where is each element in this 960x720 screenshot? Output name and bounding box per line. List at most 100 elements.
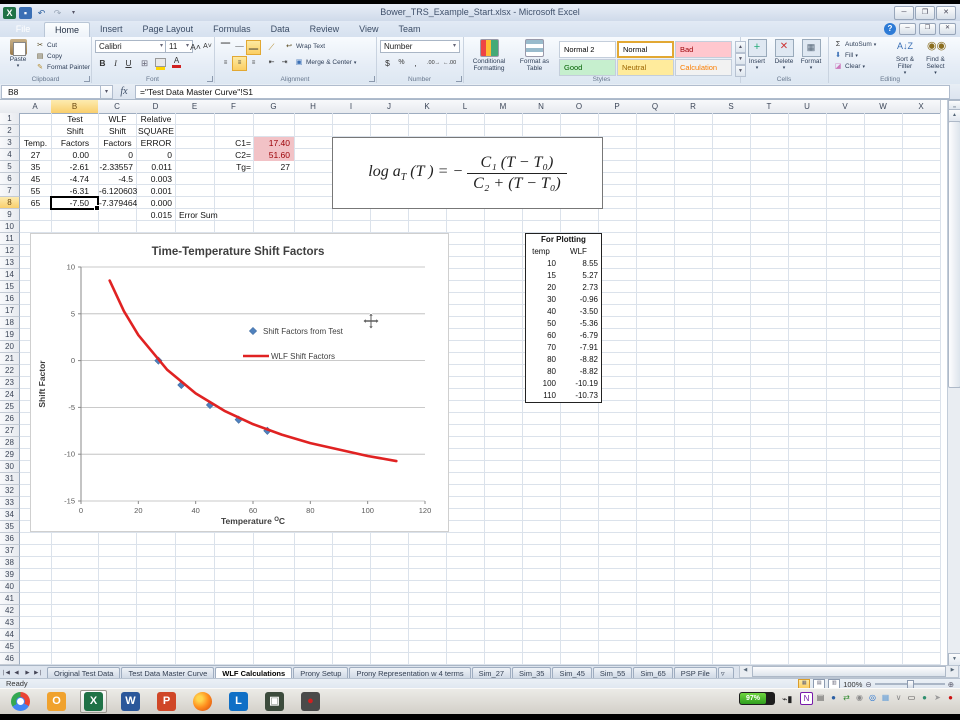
tab-data[interactable]: Data [261, 22, 300, 37]
row-header-20[interactable]: 20 [0, 341, 20, 353]
tray-remote-window-icon[interactable]: ▤ [815, 692, 826, 703]
clear-button[interactable]: ◪ Clear ▾ [833, 62, 865, 71]
row-header-43[interactable]: 43 [0, 617, 20, 629]
cell-D1[interactable]: Relative [137, 113, 175, 125]
increase-decimal-button[interactable]: .00→ [426, 56, 441, 71]
tray-onenote-icon[interactable]: N [800, 692, 813, 705]
row-header-15[interactable]: 15 [0, 281, 20, 293]
row-header-39[interactable]: 39 [0, 569, 20, 581]
increase-indent-button[interactable]: ⇥ [277, 56, 292, 71]
column-header-P[interactable]: P [598, 100, 637, 114]
column-header-G[interactable]: G [253, 100, 295, 114]
cell-A4[interactable]: 27 [20, 149, 51, 161]
delete-cells-button[interactable]: ✕ Delete ▾ [771, 39, 797, 72]
shift-factors-chart[interactable]: 10 5 0 -5 -10 -15 0 20 40 60 80 100 120 Time-Temperat… [30, 233, 449, 532]
number-dialog-launcher[interactable] [456, 76, 462, 82]
row-header-42[interactable]: 42 [0, 605, 20, 617]
shrink-font-button[interactable]: A˅ [200, 40, 215, 55]
column-header-N[interactable]: N [522, 100, 561, 114]
row-header-33[interactable]: 33 [0, 497, 20, 509]
worksheet-grid[interactable]: A B C D E F G H I J K L M N O P Q R S T U V W X 1 2 3 4 5 6 7 8 9 10 11 12 1… [0, 100, 960, 666]
row-header-24[interactable]: 24 [0, 389, 20, 401]
style-normal[interactable]: Normal [617, 41, 674, 58]
row-header-28[interactable]: 28 [0, 437, 20, 449]
align-right-button[interactable]: ≡ [246, 56, 261, 71]
row-header-6[interactable]: 6 [0, 173, 20, 185]
row-header-5[interactable]: 5 [0, 161, 20, 173]
row-header-37[interactable]: 37 [0, 545, 20, 557]
style-normal-2[interactable]: Normal 2 [559, 41, 616, 58]
tray-compass-app-icon[interactable]: ◎ [867, 692, 878, 703]
row-header-40[interactable]: 40 [0, 581, 20, 593]
tray-chevron-icon[interactable]: ∨ [893, 692, 904, 703]
row-header-9[interactable]: 9 [0, 209, 20, 221]
column-header-O[interactable]: O [560, 100, 599, 114]
scroll-left-icon[interactable]: ◀ [740, 666, 751, 675]
column-header-T[interactable]: T [750, 100, 789, 114]
workbook-restore-button[interactable]: ❐ [919, 23, 936, 35]
formula-input[interactable]: ="Test Data Master Curve"!S1 [135, 84, 950, 99]
tab-home[interactable]: Home [44, 22, 91, 37]
cell-D3[interactable]: ERROR [137, 137, 175, 149]
row-header-11[interactable]: 11 [0, 233, 20, 245]
cell-F5[interactable]: Tg= [215, 161, 253, 173]
row-header-23[interactable]: 23 [0, 377, 20, 389]
align-top-button[interactable]: ▔▔ [218, 40, 233, 55]
fill-handle[interactable] [94, 205, 100, 211]
column-header-S[interactable]: S [712, 100, 751, 114]
style-neutral[interactable]: Neutral [617, 59, 674, 76]
taskbar-app-recorder-app[interactable]: ● [298, 691, 323, 712]
fill-button[interactable]: ⬇ Fill ▾ [833, 51, 858, 60]
tray-globe2-icon[interactable]: ● [919, 692, 930, 703]
format-cells-button[interactable]: ▦ Format ▾ [798, 39, 824, 72]
tab-page-layout[interactable]: Page Layout [133, 22, 204, 37]
tray-sync-arrows-icon[interactable]: ⇄ [841, 692, 852, 703]
name-box-dropdown-icon[interactable]: ▾ [101, 84, 113, 99]
cell-F4[interactable]: C2= [215, 149, 253, 161]
excel-logo-icon[interactable]: X [3, 6, 16, 19]
row-header-36[interactable]: 36 [0, 533, 20, 545]
row-header-41[interactable]: 41 [0, 593, 20, 605]
font-dialog-launcher[interactable] [207, 76, 213, 82]
clipboard-dialog-launcher[interactable] [84, 76, 90, 82]
taskbar-app-screen-share-app[interactable]: ▣ [262, 691, 287, 712]
row-header-8[interactable]: 8 [0, 197, 20, 209]
row-header-16[interactable]: 16 [0, 293, 20, 305]
font-name-select[interactable]: Calibri ▾ [95, 40, 167, 53]
vertical-scrollbar[interactable]: ═ ▲ ▼ [947, 100, 960, 666]
name-box[interactable]: B8 [1, 84, 101, 99]
autosum-button[interactable]: Σ AutoSum ▾ [833, 40, 876, 49]
row-header-44[interactable]: 44 [0, 629, 20, 641]
cell-A3[interactable]: Temp. [20, 137, 51, 149]
cell-D8[interactable]: 0.000 [137, 197, 175, 209]
cell-G5[interactable]: 27 [254, 161, 294, 173]
row-header-34[interactable]: 34 [0, 509, 20, 521]
align-center-button[interactable]: ≡ [232, 56, 247, 71]
row-header-14[interactable]: 14 [0, 269, 20, 281]
vertical-scroll-thumb[interactable] [948, 121, 960, 388]
column-header-L[interactable]: L [446, 100, 485, 114]
fill-color-button[interactable] [153, 56, 168, 71]
horizontal-scrollbar[interactable]: ◀ ▶ [738, 665, 959, 678]
cell-C1[interactable]: WLF [99, 113, 136, 125]
cell-G3[interactable]: 17.40 [254, 137, 294, 149]
legend-wlf-label[interactable]: WLF Shift Factors [271, 352, 335, 361]
align-left-button[interactable]: ≡ [218, 56, 233, 71]
find-select-button[interactable]: ◉◉ Find & Select ▾ [921, 39, 950, 77]
taskbar-app-excel[interactable]: X [80, 690, 107, 713]
save-icon[interactable]: ▪ [19, 6, 32, 19]
column-header-B[interactable]: B [51, 100, 99, 114]
cell-A7[interactable]: 55 [20, 185, 51, 197]
cell-C4[interactable]: 0 [99, 149, 136, 161]
style-bad[interactable]: Bad [675, 41, 732, 58]
column-header-X[interactable]: X [902, 100, 941, 114]
percent-style-button[interactable]: % [394, 56, 409, 71]
taskbar-app-lync[interactable]: L [226, 691, 251, 712]
column-header-J[interactable]: J [370, 100, 409, 114]
tab-view[interactable]: View [349, 22, 388, 37]
tray-network-globe-icon[interactable]: ● [828, 692, 839, 703]
file-tab[interactable]: File [4, 22, 42, 37]
column-header-E[interactable]: E [175, 100, 215, 114]
row-header-3[interactable]: 3 [0, 137, 20, 149]
row-header-1[interactable]: 1 [0, 113, 20, 125]
